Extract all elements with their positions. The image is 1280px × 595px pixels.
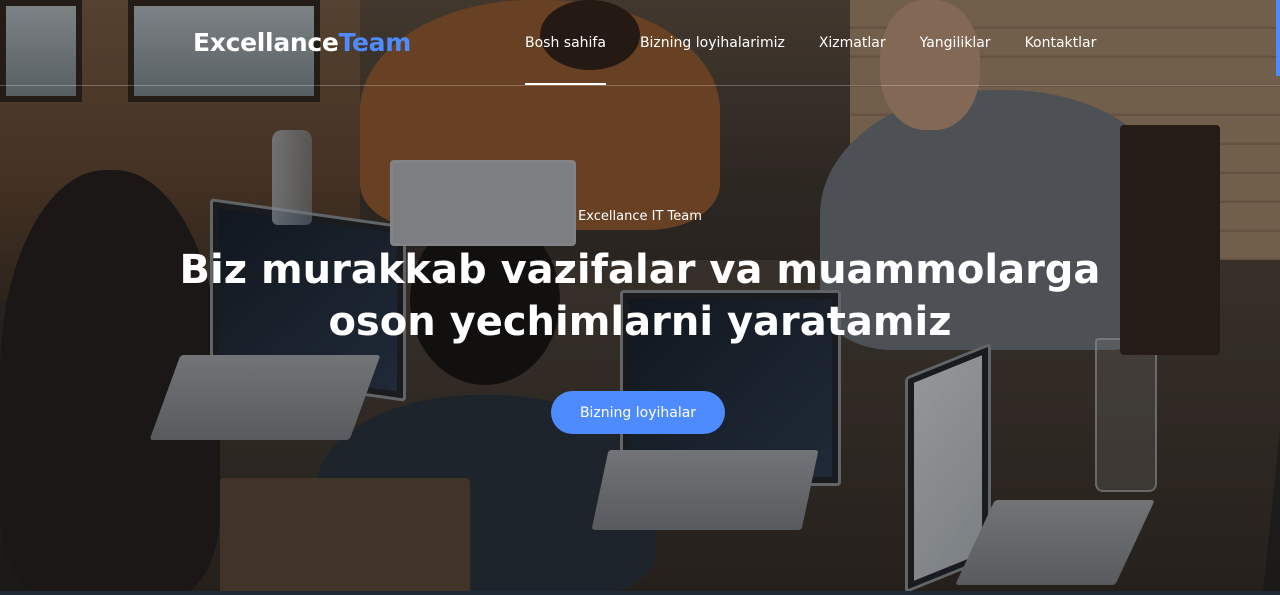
nav-item-news[interactable]: Yangiliklar xyxy=(920,0,991,85)
nav-item-home[interactable]: Bosh sahifa xyxy=(525,0,606,85)
scrollbar[interactable] xyxy=(1276,0,1280,76)
nav-item-services[interactable]: Xizmatlar xyxy=(819,0,886,85)
hero-section: ExcellanceTeam Bosh sahifa Bizning loyih… xyxy=(0,0,1280,595)
hero-eyebrow: Excellance IT Team xyxy=(578,209,702,224)
logo-main-text: Excellance xyxy=(193,28,339,57)
hero-headline: Biz murakkab vazifalar va muammolarga os… xyxy=(160,244,1120,348)
logo-accent-text: Team xyxy=(338,28,412,57)
nav-item-contacts[interactable]: Kontaktlar xyxy=(1025,0,1097,85)
hero-headline-line2: oson yechimlarni yaratamiz xyxy=(328,299,952,345)
hero-headline-line1: Biz murakkab vazifalar va muammolarga xyxy=(179,247,1101,293)
nav-menu: Bosh sahifa Bizning loyihalarimiz Xizmat… xyxy=(525,0,1130,85)
logo[interactable]: ExcellanceTeam xyxy=(193,28,411,57)
projects-cta-button[interactable]: Bizning loyihalar xyxy=(551,391,725,434)
page-bottom-edge xyxy=(0,591,1280,595)
navbar: ExcellanceTeam Bosh sahifa Bizning loyih… xyxy=(0,0,1280,86)
nav-item-projects[interactable]: Bizning loyihalarimiz xyxy=(640,0,785,85)
